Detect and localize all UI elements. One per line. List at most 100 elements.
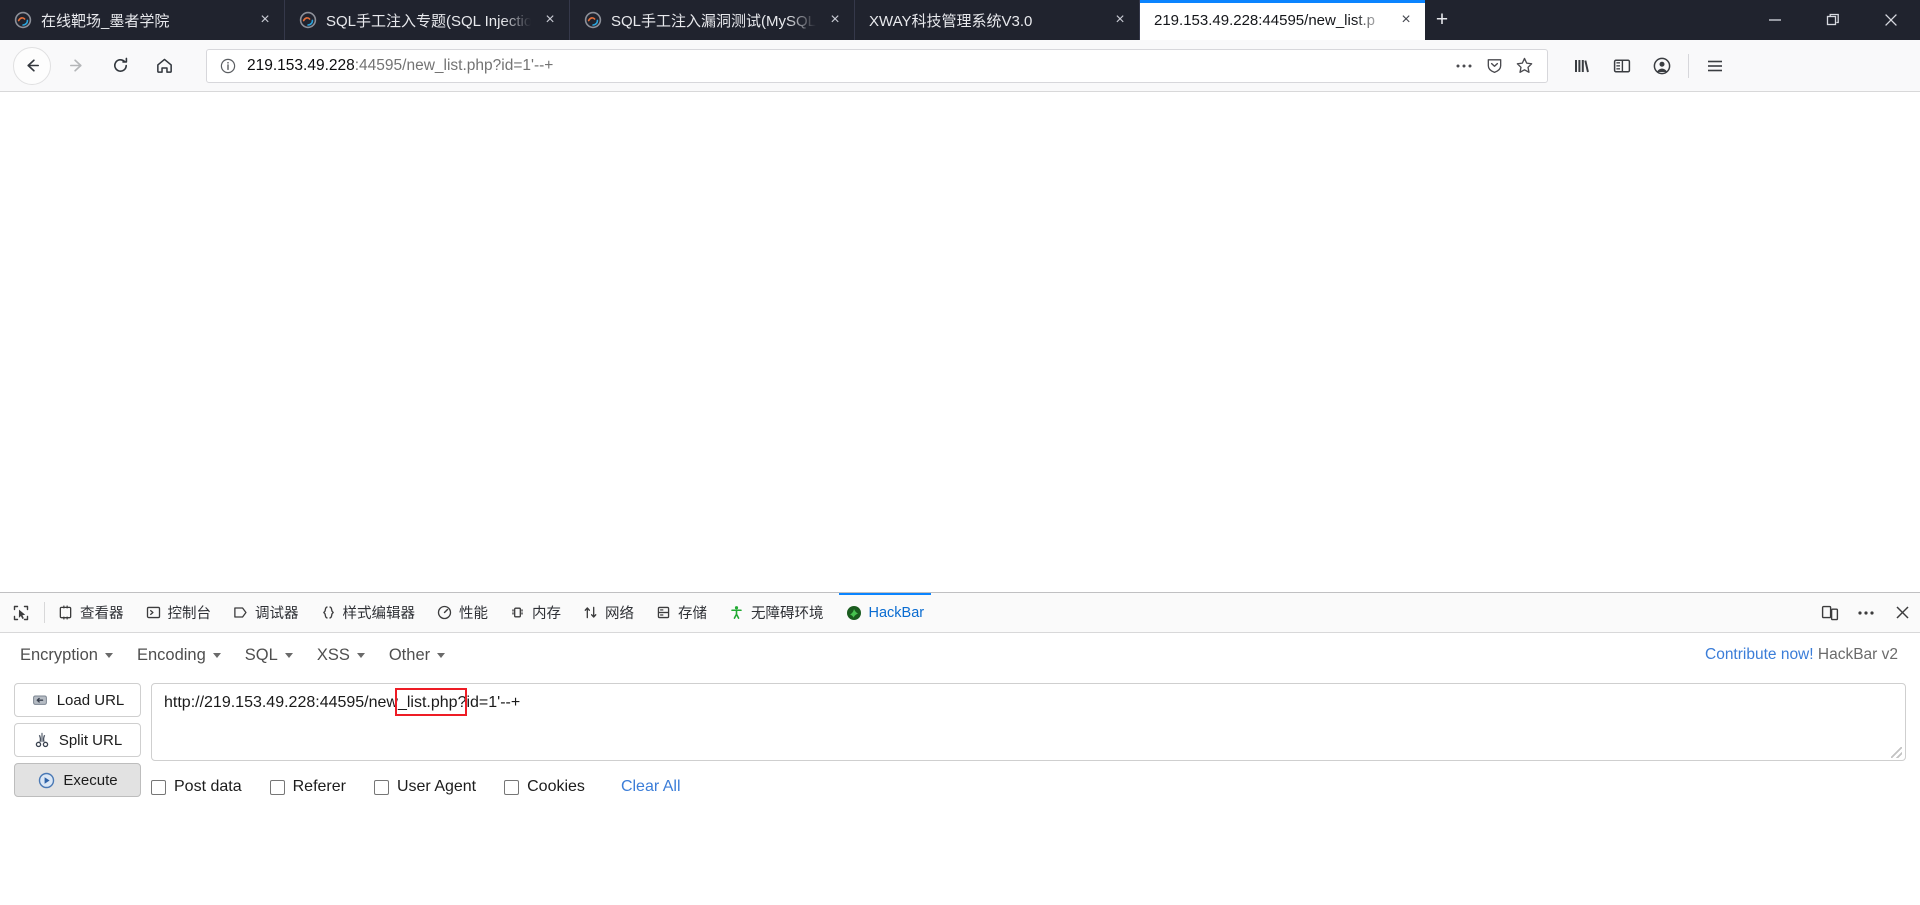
back-arrow-icon[interactable] [13, 46, 51, 85]
split-url-label: Split URL [58, 731, 123, 749]
restore-icon[interactable] [1804, 0, 1862, 40]
hackbar-url-textarea[interactable]: http://219.153.49.228:44595/new_list.php… [151, 683, 1906, 761]
tab-close-icon[interactable]: × [1107, 7, 1133, 33]
option-referer[interactable]: Referer [269, 778, 346, 796]
tab-close-icon[interactable]: × [1393, 7, 1419, 33]
devtools-tab-performance[interactable]: 性能 [426, 593, 499, 632]
responsive-design-icon[interactable] [1812, 593, 1848, 632]
devtools-tab-label: 调试器 [255, 606, 299, 622]
minimize-icon[interactable] [1746, 0, 1804, 40]
new-tab-button[interactable]: + [1425, 0, 1459, 40]
devtools-tab-label: 存储 [678, 606, 707, 622]
ellipsis-icon[interactable] [1848, 593, 1884, 632]
devtools-toolbar-spacer [935, 593, 1812, 632]
tab-close-icon[interactable]: × [537, 7, 563, 33]
execute-label: Execute [63, 771, 118, 789]
devtools-tab-label: 无障碍环境 [751, 606, 824, 622]
option-cookies[interactable]: Cookies [504, 778, 585, 796]
element-picker-icon[interactable] [0, 593, 42, 632]
pocket-shield-icon[interactable] [1479, 52, 1509, 80]
hackbar-menu-sql[interactable]: SQL [233, 640, 305, 671]
clear-all-link[interactable]: Clear All [621, 778, 681, 796]
browser-tab-2[interactable]: SQL手工注入专题(SQL Injection × [285, 0, 570, 40]
devtools-tab-storage[interactable]: 存储 [645, 593, 718, 632]
cookies-checkbox[interactable] [504, 779, 520, 795]
option-post-data[interactable]: Post data [151, 778, 242, 796]
reload-icon[interactable] [101, 47, 139, 85]
referer-label: Referer [292, 778, 346, 795]
execute-button[interactable]: Execute [14, 763, 141, 797]
library-icon[interactable] [1562, 47, 1602, 85]
star-icon[interactable] [1509, 52, 1539, 80]
hackbar-version-label: HackBar v2 [1817, 646, 1898, 663]
devtools-tab-accessibility[interactable]: 无障碍环境 [718, 593, 835, 632]
browser-tab-3[interactable]: SQL手工注入漏洞测试(MySQL × [570, 0, 855, 40]
devtools-tab-style-editor[interactable]: 样式编辑器 [310, 593, 427, 632]
url-host: 219.153.49.228 [247, 56, 355, 74]
tab-close-icon[interactable]: × [822, 7, 848, 33]
toolbar-divider [1688, 53, 1689, 78]
firefox-icon [584, 11, 602, 29]
browser-navigation-toolbar: 219.153.49.228:44595/new_list.php?id=1'-… [0, 40, 1920, 92]
accessibility-icon [729, 605, 744, 620]
hackbar-menu-encoding[interactable]: Encoding [125, 640, 233, 671]
hackbar-menu-label: Encoding [136, 645, 206, 664]
referer-checkbox[interactable] [269, 779, 285, 795]
inspector-icon [58, 605, 73, 620]
style-editor-icon [321, 605, 336, 620]
hackbar-options-row: Post data Referer User Agent Cookies Cle… [151, 778, 1906, 796]
hackbar-menu-xss[interactable]: XSS [305, 640, 377, 671]
forward-arrow-icon [57, 47, 95, 85]
load-url-icon [31, 691, 49, 709]
info-circle-icon[interactable] [217, 55, 239, 77]
hackbar-menu-other[interactable]: Other [377, 640, 457, 671]
user-agent-checkbox[interactable] [373, 779, 389, 795]
memory-icon [510, 605, 525, 620]
account-icon[interactable] [1642, 47, 1682, 85]
ellipsis-icon[interactable] [1449, 52, 1479, 80]
hackbar-menu-encryption[interactable]: Encryption [8, 640, 125, 671]
tab-close-icon[interactable]: × [252, 7, 278, 33]
user-agent-label: User Agent [396, 778, 477, 795]
devtools-tab-memory[interactable]: 内存 [499, 593, 572, 632]
sidebar-icon[interactable] [1602, 47, 1642, 85]
devtools-tab-network[interactable]: 网络 [572, 593, 645, 632]
hamburger-menu-icon[interactable] [1695, 47, 1735, 85]
url-bar[interactable]: 219.153.49.228:44595/new_list.php?id=1'-… [206, 48, 1548, 83]
split-url-icon [33, 731, 51, 749]
chevron-down-icon [437, 652, 446, 658]
devtools-tab-label: HackBar [868, 604, 925, 621]
browser-tab-1[interactable]: 在线靶场_墨者学院 × [0, 0, 285, 40]
devtools-tab-label: 性能 [459, 606, 488, 622]
storage-icon [656, 605, 671, 620]
load-url-label: Load URL [56, 691, 125, 709]
load-url-button[interactable]: Load URL [14, 683, 141, 717]
browser-tab-4[interactable]: XWAY科技管理系统V3.0 × [855, 0, 1140, 40]
hackbar-menu-label: XSS [316, 645, 350, 664]
devtools-tab-inspector[interactable]: 查看器 [47, 593, 135, 632]
option-user-agent[interactable]: User Agent [373, 778, 477, 796]
post-data-checkbox[interactable] [151, 779, 166, 795]
browser-tab-title: 219.153.49.228:44595/new_list.p [1154, 11, 1376, 29]
home-icon[interactable] [145, 47, 183, 85]
chevron-down-icon [212, 652, 221, 658]
textarea-resize-grip[interactable] [1891, 747, 1902, 758]
close-icon[interactable] [1884, 593, 1920, 632]
browser-tab-title: 在线靶场_墨者学院 [41, 12, 170, 30]
contribute-link[interactable]: Contribute now! [1705, 646, 1814, 663]
devtools-separator [44, 602, 45, 623]
hackbar-icon [846, 605, 862, 621]
window-controls [1746, 0, 1920, 40]
split-url-button[interactable]: Split URL [14, 723, 141, 757]
browser-tab-5-active[interactable]: 219.153.49.228:44595/new_list.p × [1140, 0, 1425, 40]
devtools-tab-hackbar[interactable]: HackBar [835, 593, 936, 632]
devtools-tab-label: 查看器 [80, 606, 124, 622]
close-icon[interactable] [1862, 0, 1920, 40]
devtools-tab-debugger[interactable]: 调试器 [222, 593, 310, 632]
devtools-tab-console[interactable]: 控制台 [135, 593, 223, 632]
execute-play-icon [37, 771, 55, 789]
chevron-down-icon [356, 652, 365, 658]
page-content-area [0, 92, 1920, 592]
hackbar-url-wrapper: http://219.153.49.228:44595/new_list.php… [151, 683, 1906, 761]
url-text[interactable]: 219.153.49.228:44595/new_list.php?id=1'-… [247, 57, 1449, 75]
